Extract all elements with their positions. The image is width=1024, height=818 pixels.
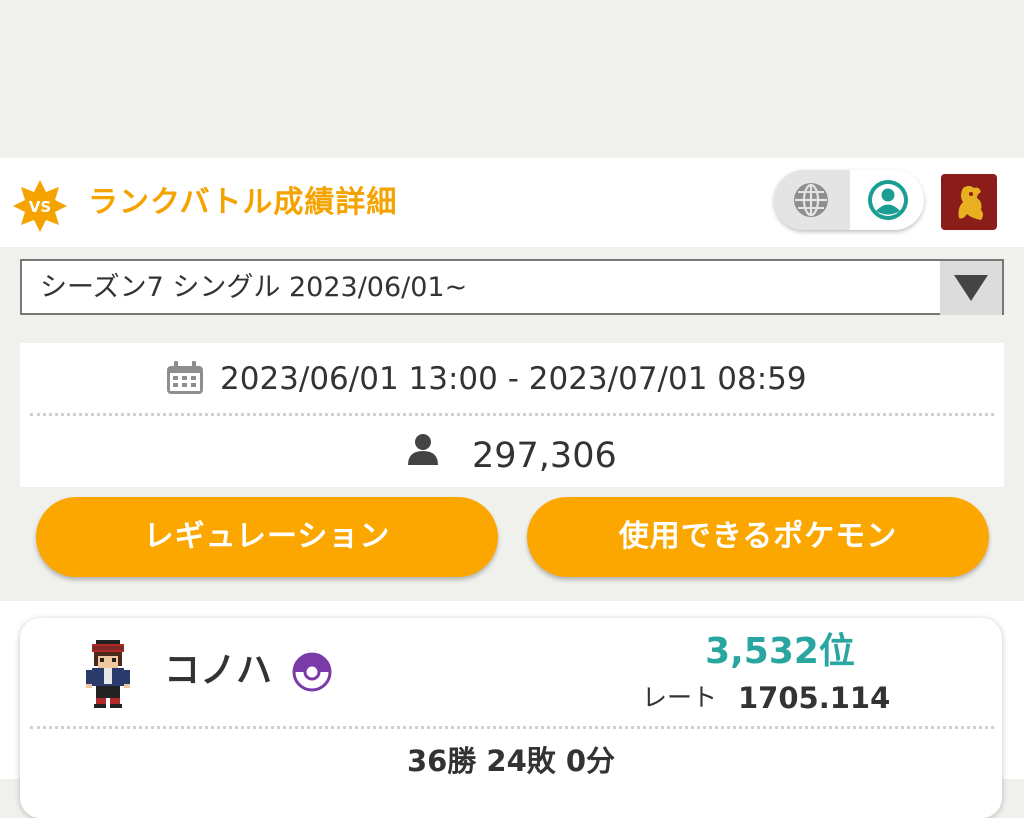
vs-badge-text: VS — [29, 198, 51, 216]
season-period-text: 2023/06/01 13:00 - 2023/07/01 08:59 — [220, 361, 807, 397]
usable-pokemon-button[interactable]: 使用できるポケモン — [527, 497, 989, 577]
season-dropdown[interactable]: シーズン7 シングル 2023/06/01~ — [20, 259, 1004, 315]
view-toggle — [774, 170, 924, 230]
regulation-button[interactable]: レギュレーション — [36, 497, 498, 577]
season-select-area: シーズン7 シングル 2023/06/01~ — [0, 247, 1024, 331]
globe-toggle-button[interactable] — [774, 170, 850, 230]
region-emblem-icon[interactable] — [941, 174, 997, 230]
dotted-divider — [30, 726, 994, 729]
player-count-row: 297,306 — [20, 417, 1004, 487]
page-title: ランクバトル成績詳細 — [88, 185, 398, 220]
chevron-down-icon — [954, 275, 988, 301]
dotted-divider — [30, 413, 994, 416]
trainer-name: コノハ — [164, 650, 273, 691]
rate-label: レート — [642, 683, 718, 712]
ranking-card[interactable]: コノハ 3,532位 レート 1705.114 36勝 24敗 0分 — [20, 618, 1002, 818]
trainer-sprite-icon — [86, 640, 130, 708]
globe-icon — [794, 183, 828, 217]
season-info-card: 2023/06/01 13:00 - 2023/07/01 08:59 297,… — [20, 343, 1004, 487]
season-selected-value: シーズン7 シングル 2023/06/01~ — [40, 272, 468, 303]
account-toggle-button[interactable] — [852, 170, 924, 230]
dropdown-arrow-button[interactable] — [940, 261, 1002, 315]
person-icon — [408, 434, 438, 465]
player-count-text: 297,306 — [472, 436, 617, 476]
vs-badge-icon: VS — [13, 180, 67, 232]
top-blank-area — [0, 0, 1024, 158]
rate-value: 1705.114 — [738, 681, 891, 715]
calendar-icon — [167, 361, 203, 394]
win-loss-record: 36勝 24敗 0分 — [406, 744, 616, 778]
page-header: VS ランクバトル成績詳細 — [0, 158, 1024, 247]
rank-position: 3,532位 — [705, 631, 855, 672]
ball-icon — [292, 652, 332, 692]
account-icon — [868, 180, 908, 220]
section-gap — [0, 587, 1024, 601]
season-period-row: 2023/06/01 13:00 - 2023/07/01 08:59 — [20, 343, 1004, 413]
